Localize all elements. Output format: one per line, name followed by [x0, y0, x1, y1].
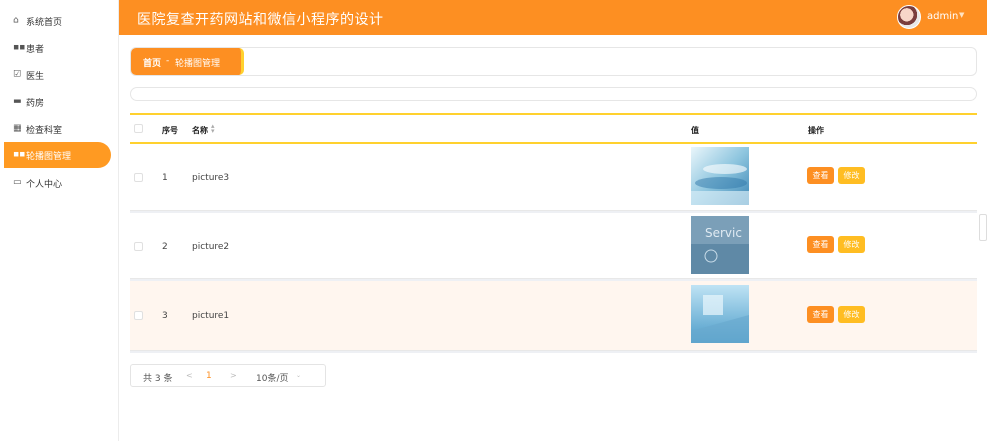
breadcrumb-current: 轮播图管理	[175, 59, 221, 69]
sidebar-item-label: 药房	[26, 98, 45, 109]
select-all-checkbox[interactable]	[134, 124, 143, 133]
sidebar-item-label: 医生	[26, 71, 45, 82]
sidebar-item-label: 检查科室	[26, 125, 63, 136]
sidebar-item-doctors[interactable]: ☑ 医生	[0, 62, 119, 88]
sidebar-item-profile[interactable]: ▭ 个人中心	[0, 170, 119, 196]
breadcrumb-container	[130, 47, 977, 76]
row-thumbnail: Servic	[691, 216, 749, 274]
sidebar: ⌂ 系统首页 ▪▪ 患者 ☑ 医生 ▬ 药房 ▦ 检查科室 ▪▪ 轮播图管理 ▭…	[0, 0, 119, 441]
row-thumbnail	[691, 285, 749, 343]
header-value: 值	[691, 126, 699, 135]
row-index: 2	[162, 242, 168, 252]
check-square-icon: ☑	[13, 69, 22, 80]
sidebar-item-label: 个人中心	[26, 179, 63, 190]
sidebar-item-home[interactable]: ⌂ 系统首页	[0, 8, 119, 34]
edit-button[interactable]: 修改	[838, 236, 865, 253]
grid-icon: ▦	[13, 123, 22, 134]
header-index: 序号	[162, 126, 178, 135]
pagination-page-1[interactable]: 1	[206, 371, 212, 381]
breadcrumb-separator: -	[166, 56, 170, 66]
header-name[interactable]: 名称	[192, 125, 208, 136]
sidebar-item-carousel[interactable]: ▪▪ 轮播图管理	[4, 142, 111, 168]
card-icon: ▭	[13, 177, 22, 188]
row-name: picture3	[192, 173, 230, 183]
edit-button[interactable]: 修改	[838, 306, 865, 323]
bed-icon: ▬	[13, 96, 22, 107]
row-divider	[130, 351, 977, 353]
sidebar-item-pharmacy[interactable]: ▬ 药房	[0, 89, 119, 115]
side-drawer-handle[interactable]	[979, 214, 987, 241]
grid-icon: ▪▪	[13, 42, 26, 53]
sidebar-item-departments[interactable]: ▦ 检查科室	[0, 116, 119, 142]
app-title: 医院复查开药网站和微信小程序的设计	[137, 12, 384, 28]
pagination-prev-button[interactable]: <	[186, 371, 193, 380]
pagination-total: 共 3 条	[143, 374, 173, 384]
view-button[interactable]: 查看	[807, 306, 834, 323]
sidebar-item-label: 患者	[26, 44, 45, 55]
chevron-down-icon[interactable]: ▼	[959, 11, 964, 19]
sidebar-item-label: 系统首页	[26, 17, 63, 28]
row-checkbox[interactable]	[134, 173, 143, 182]
table-header	[130, 115, 977, 144]
sidebar-item-label: 轮播图管理	[26, 151, 72, 162]
row-index: 3	[162, 311, 168, 321]
breadcrumb-home-link[interactable]: 首页	[143, 56, 161, 69]
header-actions: 操作	[808, 126, 824, 135]
sidebar-item-patients[interactable]: ▪▪ 患者	[0, 35, 119, 61]
row-checkbox[interactable]	[134, 311, 143, 320]
row-checkbox[interactable]	[134, 242, 143, 251]
row-index: 1	[162, 173, 168, 183]
edit-button[interactable]: 修改	[838, 167, 865, 184]
page-size-select[interactable]: 10条/页	[256, 371, 289, 384]
view-button[interactable]: 查看	[807, 236, 834, 253]
search-bar	[130, 87, 977, 101]
chevron-down-icon[interactable]: ⌄	[296, 372, 301, 379]
user-name[interactable]: admin	[927, 11, 958, 22]
avatar[interactable]	[897, 5, 921, 29]
row-name: picture1	[192, 311, 230, 321]
top-header: 医院复查开药网站和微信小程序的设计 admin ▼	[119, 0, 987, 35]
sort-icon[interactable]: ▴ ▾	[211, 123, 215, 135]
pagination-next-button[interactable]: >	[230, 371, 237, 380]
row-thumbnail	[691, 147, 749, 205]
thumb-text: Servic	[705, 226, 742, 240]
view-button[interactable]: 查看	[807, 167, 834, 184]
row-name: picture2	[192, 242, 230, 252]
grid-icon: ▪▪	[13, 149, 26, 160]
home-icon: ⌂	[13, 15, 19, 26]
